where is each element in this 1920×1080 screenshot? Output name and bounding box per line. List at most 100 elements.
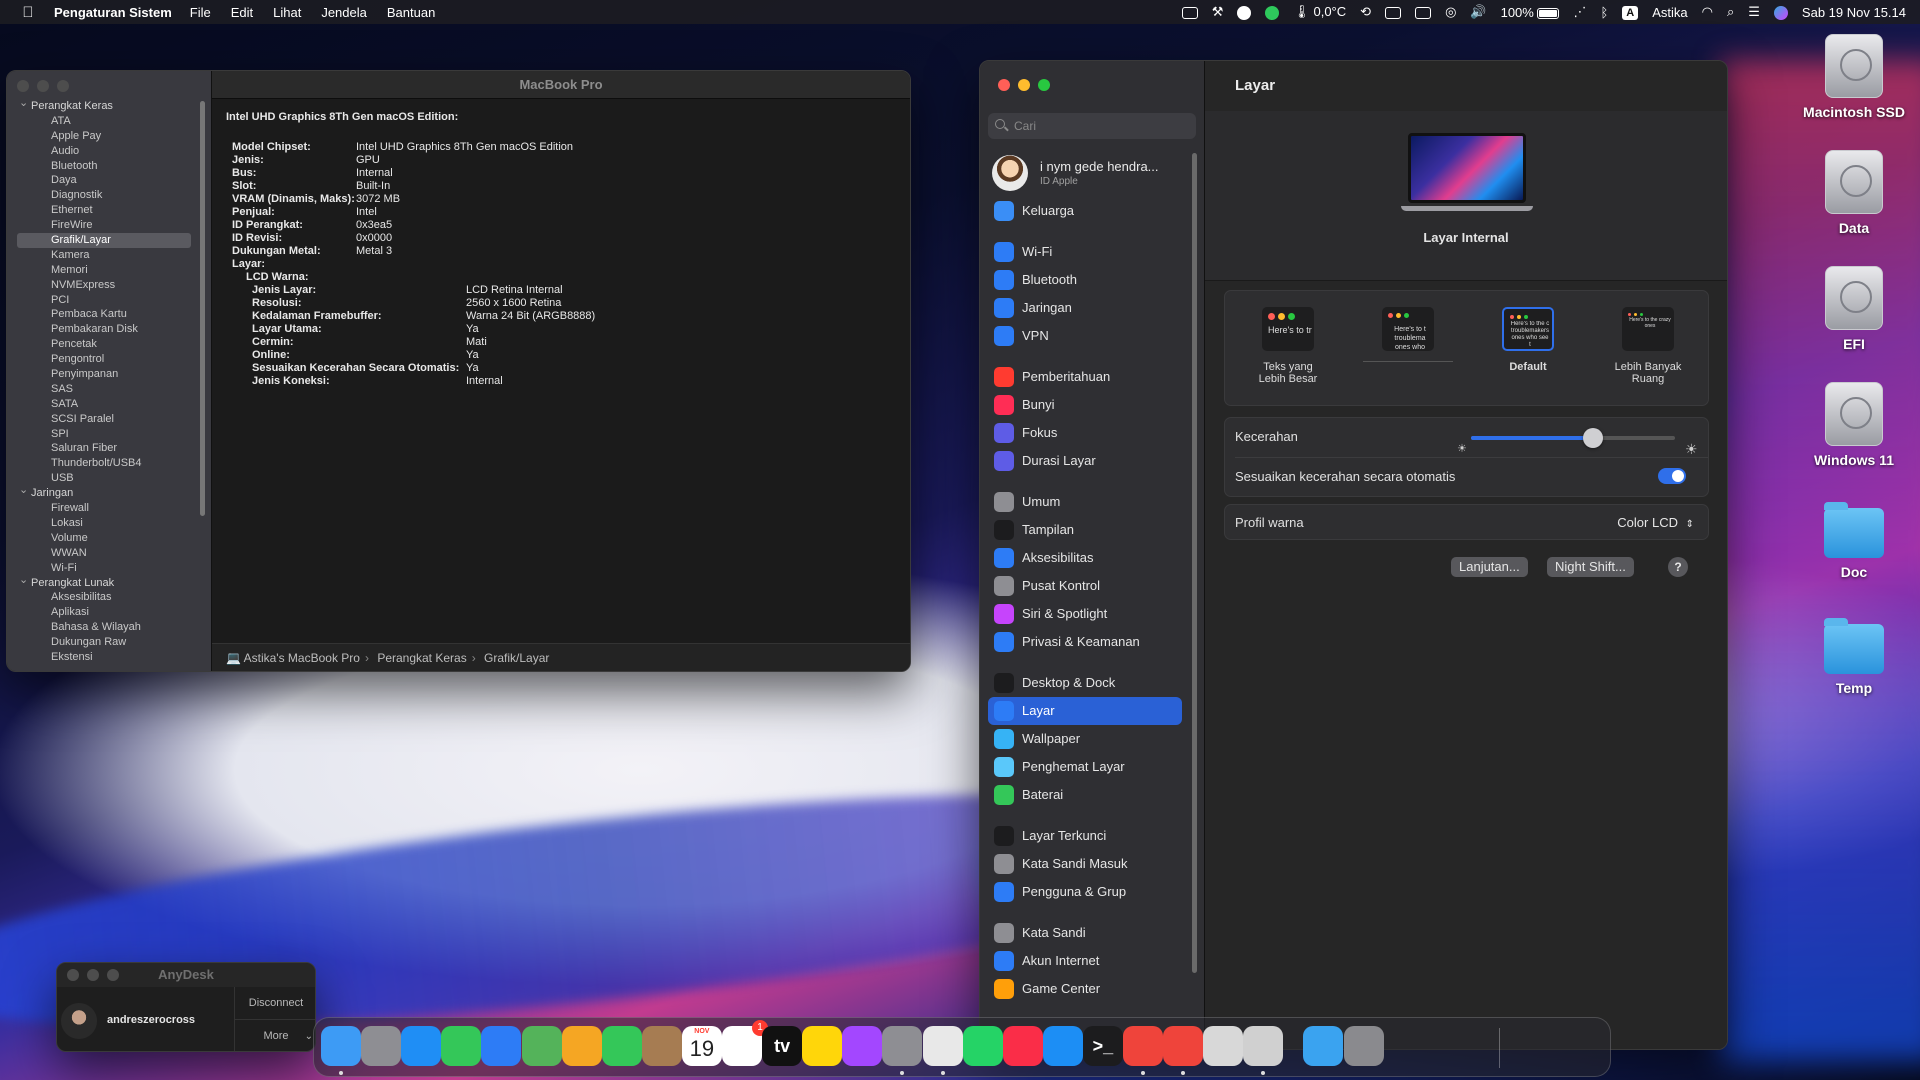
spotlight-icon[interactable]: ⌕: [1727, 4, 1734, 20]
sidebar-item-kata-sandi-masuk[interactable]: Kata Sandi Masuk: [988, 850, 1182, 878]
apple-id-account[interactable]: i nym gede hendra... ID Apple: [988, 153, 1198, 197]
system-settings-icon[interactable]: [882, 1026, 923, 1066]
desktop-icon-doc[interactable]: Doc: [1794, 498, 1914, 580]
tree-group[interactable]: Perangkat Keras: [7, 99, 207, 114]
siri-icon[interactable]: [1773, 4, 1788, 20]
menu-file[interactable]: File: [180, 5, 221, 20]
tree-item[interactable]: Penyimpanan: [7, 367, 207, 382]
finder-icon[interactable]: [321, 1026, 361, 1066]
tree-item[interactable]: Pengontrol: [7, 352, 207, 367]
desktop-icon-macintosh-ssd[interactable]: Macintosh SSD: [1794, 34, 1914, 120]
temperature-status[interactable]: 🌡 0,0°C: [1293, 4, 1346, 20]
discord-icon[interactable]: [1237, 4, 1252, 20]
control-center-icon[interactable]: ☰: [1748, 4, 1760, 20]
volume-icon[interactable]: 🔊: [1470, 4, 1486, 20]
sidebar-item-baterai[interactable]: Baterai: [988, 781, 1182, 809]
sidebar-item-vpn[interactable]: VPN: [988, 322, 1182, 350]
brightness-slider[interactable]: [1471, 428, 1675, 448]
time-machine-icon[interactable]: ⟲: [1360, 4, 1371, 20]
tree-item[interactable]: Audio: [7, 144, 207, 159]
tree-item[interactable]: Aksesibilitas: [7, 590, 207, 605]
trash-icon[interactable]: [1343, 1026, 1384, 1066]
tree-item[interactable]: Bluetooth: [7, 159, 207, 174]
auto-brightness-toggle[interactable]: [1658, 468, 1686, 484]
tree-item[interactable]: Dukungan Raw: [7, 635, 207, 650]
photos-icon[interactable]: [561, 1026, 602, 1066]
preview-icon[interactable]: [1203, 1026, 1244, 1066]
search-input[interactable]: Cari: [988, 113, 1196, 139]
sidebar-item-wallpaper[interactable]: Wallpaper: [988, 725, 1182, 753]
sidebar-item-keluarga[interactable]: Keluarga: [988, 197, 1182, 225]
messages-icon[interactable]: [441, 1026, 482, 1066]
bluetooth-icon[interactable]: ᛒ: [1600, 5, 1608, 20]
airplay-icon[interactable]: ◎: [1445, 4, 1456, 20]
menu-help[interactable]: Bantuan: [377, 5, 445, 20]
sidebar-item-pusat-kontrol[interactable]: Pusat Kontrol: [988, 572, 1182, 600]
menu-window[interactable]: Jendela: [311, 5, 377, 20]
desktop-icon-efi[interactable]: EFI: [1794, 266, 1914, 352]
sidebar-item-privasi-keamanan[interactable]: Privasi & Keamanan: [988, 628, 1182, 656]
apple-tv-icon[interactable]: tv: [762, 1026, 803, 1066]
contacts-icon[interactable]: [641, 1026, 682, 1066]
sidebar-item-tampilan[interactable]: Tampilan: [988, 516, 1182, 544]
sidebar-item-layar[interactable]: Layar: [988, 697, 1182, 725]
screen-share-icon[interactable]: [1181, 5, 1198, 20]
color-profile-select[interactable]: Color LCD ⇕: [1617, 505, 1694, 543]
tree-item[interactable]: WWAN: [7, 546, 207, 561]
display-thumbnail-icon[interactable]: [1408, 133, 1526, 203]
tree-item[interactable]: Aplikasi: [7, 605, 207, 620]
tree-item[interactable]: Firewall: [7, 501, 207, 516]
tree-item[interactable]: Volume: [7, 531, 207, 546]
display-icon[interactable]: [1415, 5, 1432, 20]
dots-icon[interactable]: ⋰: [1573, 4, 1586, 20]
notes-icon[interactable]: [802, 1026, 843, 1066]
resolution-option-default[interactable]: Here's to the c troublemakers ones who s…: [1473, 307, 1583, 373]
maps-icon[interactable]: [521, 1026, 562, 1066]
minimize-button[interactable]: [87, 969, 99, 981]
tree-item[interactable]: PCI: [7, 293, 207, 308]
sidebar-item-bunyi[interactable]: Bunyi: [988, 391, 1182, 419]
zoom-button[interactable]: [57, 80, 69, 92]
sidebar-item-fokus[interactable]: Fokus: [988, 419, 1182, 447]
tools-icon[interactable]: ⚒: [1212, 4, 1224, 20]
user-menu[interactable]: Astika: [1652, 5, 1687, 20]
tree-item[interactable]: Apple Pay: [7, 129, 207, 144]
system-info-icon[interactable]: [1243, 1026, 1284, 1066]
zoom-button[interactable]: [1038, 79, 1050, 91]
input-source[interactable]: A: [1622, 4, 1639, 20]
tree-item[interactable]: Daya: [7, 173, 207, 188]
tree-item[interactable]: Kamera: [7, 248, 207, 263]
menu-edit[interactable]: Edit: [221, 5, 263, 20]
whatsapp-icon[interactable]: [962, 1026, 1003, 1066]
disconnect-button[interactable]: Disconnect: [235, 987, 315, 1020]
tree-item[interactable]: Lokasi: [7, 516, 207, 531]
tree-item[interactable]: Pencetak: [7, 337, 207, 352]
tree-item[interactable]: Bahasa & Wilayah: [7, 620, 207, 635]
menu-view[interactable]: Lihat: [263, 5, 311, 20]
sidebar-item-siri-spotlight[interactable]: Siri & Spotlight: [988, 600, 1182, 628]
help-button[interactable]: ?: [1668, 557, 1688, 577]
facetime-icon[interactable]: [601, 1026, 642, 1066]
tree-item[interactable]: USB: [7, 471, 207, 486]
tree-item[interactable]: Grafik/Layar: [17, 233, 191, 248]
sidebar-item-penghemat-layar[interactable]: Penghemat Layar: [988, 753, 1182, 781]
sidebar-item-wi-fi[interactable]: Wi-Fi: [988, 238, 1182, 266]
sidebar-item-jaringan[interactable]: Jaringan: [988, 294, 1182, 322]
tree-item[interactable]: Saluran Fiber: [7, 441, 207, 456]
tree-item[interactable]: Thunderbolt/USB4: [7, 456, 207, 471]
mail-icon[interactable]: [481, 1026, 522, 1066]
tree-group[interactable]: Jaringan: [7, 486, 207, 501]
terminal-icon[interactable]: >_: [1082, 1026, 1123, 1066]
app-menu[interactable]: Pengaturan Sistem: [54, 5, 172, 20]
sidebar-item-layar-terkunci[interactable]: Layar Terkunci: [988, 822, 1182, 850]
tree-item[interactable]: Ethernet: [7, 203, 207, 218]
launchpad-icon[interactable]: [361, 1026, 402, 1066]
music-icon[interactable]: [1002, 1026, 1043, 1066]
tree-group[interactable]: Perangkat Lunak: [7, 576, 207, 591]
sidebar-item-kata-sandi[interactable]: Kata Sandi: [988, 919, 1182, 947]
vpn-icon[interactable]: [1265, 4, 1280, 20]
tree-item[interactable]: Wi-Fi: [7, 561, 207, 576]
sidebar-item-aksesibilitas[interactable]: Aksesibilitas: [988, 544, 1182, 572]
activity-icon[interactable]: [1385, 5, 1402, 20]
clock[interactable]: Sab 19 Nov 15.14: [1802, 5, 1906, 20]
